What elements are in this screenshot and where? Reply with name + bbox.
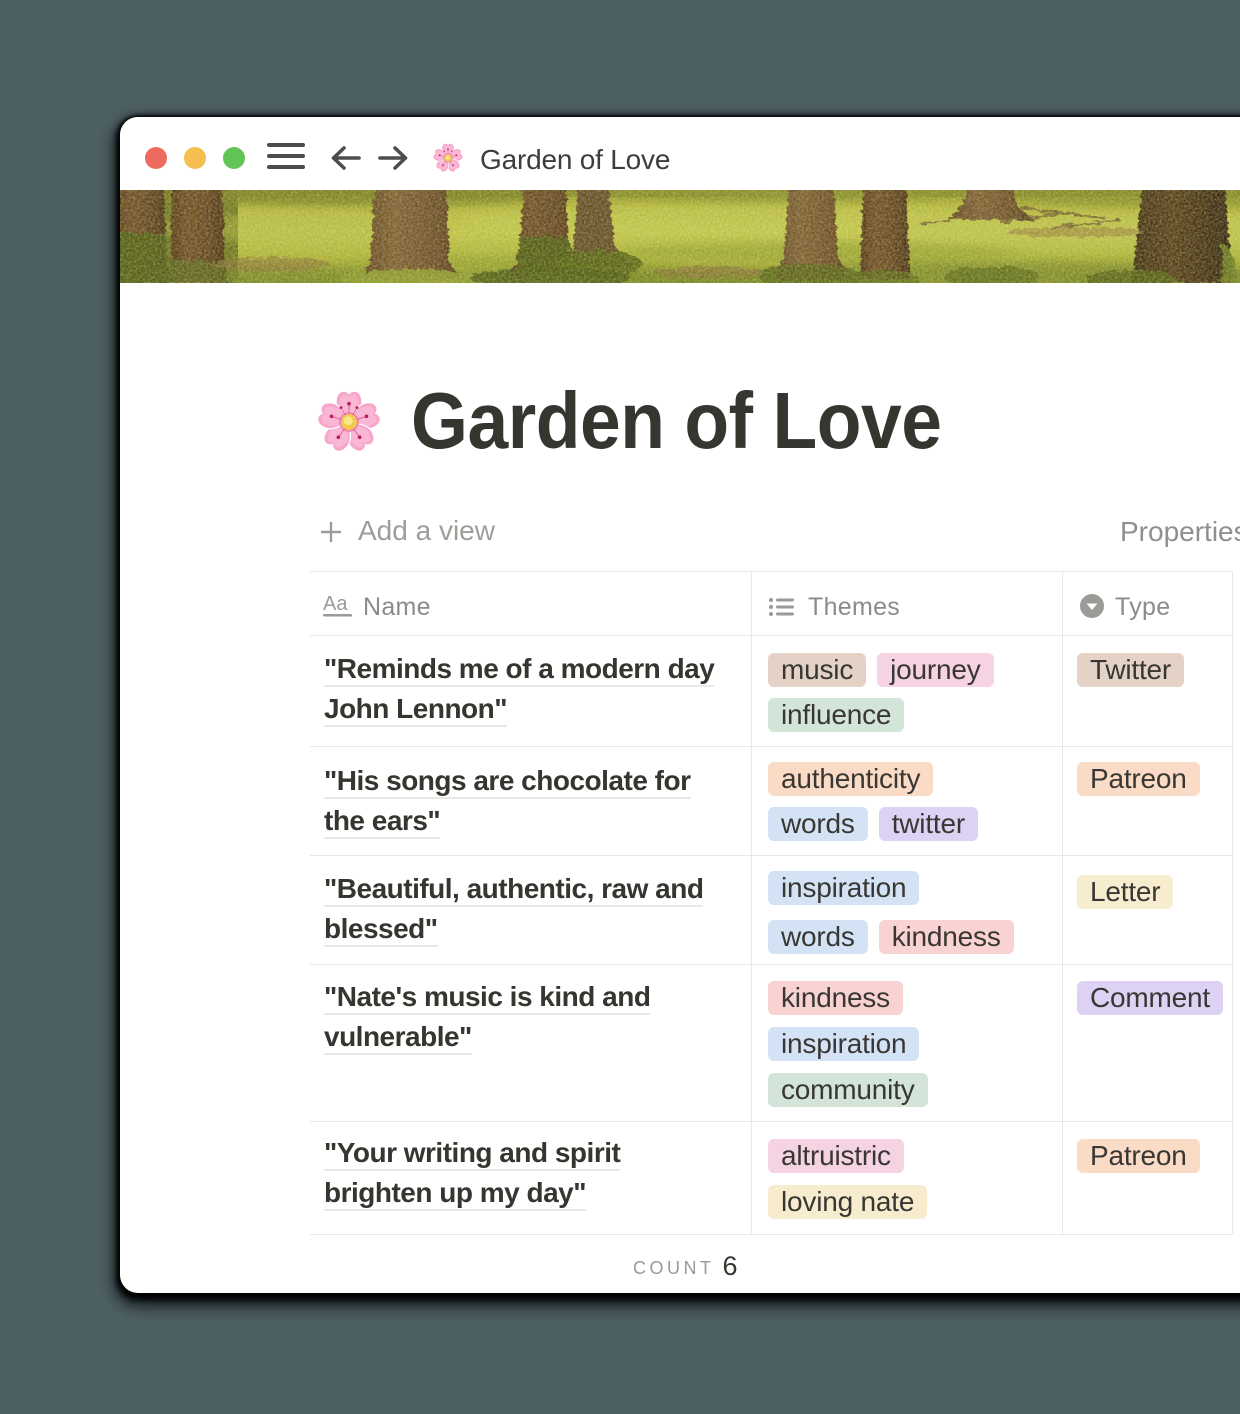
svg-text:Aa: Aa [323, 594, 348, 615]
